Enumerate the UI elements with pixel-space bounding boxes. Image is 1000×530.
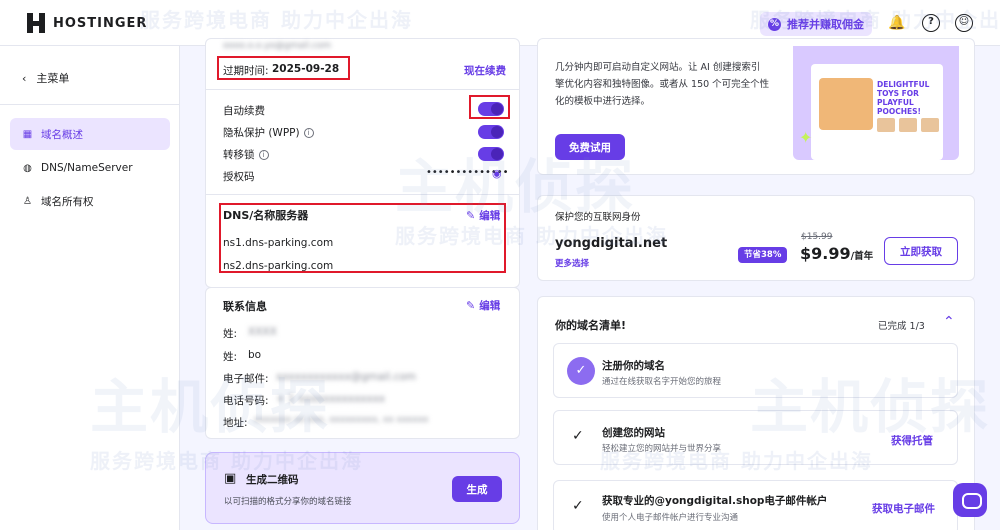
dog-photo [819, 78, 873, 130]
back-label: 主菜单 [36, 72, 70, 85]
check-icon: ✓ [572, 498, 584, 514]
qr-code-icon: ▣ [224, 471, 237, 486]
bell-icon[interactable]: 🔔 [888, 14, 906, 32]
phone-value: + 1 xxxxxxxxxxxxxx [276, 393, 386, 405]
auto-renew-label: 自动续费 [223, 105, 265, 117]
transfer-lock-label: 转移锁 i [223, 147, 269, 162]
more-options-link[interactable]: 更多选择 [555, 257, 589, 269]
get-email-link[interactable]: 获取电子邮件 [872, 501, 935, 516]
contact-info-card: 联系信息 ✎ 编辑 姓: XXXX 姓: bo 电子邮件: xxxxxxxxxxx… [205, 287, 520, 439]
checklist-item[interactable]: ✓ 创建您的网站 轻松建立您的网站并与世界分享 获得托管 [553, 410, 958, 465]
domain-offer-card: 保护您的互联网身份 yongdigital.net 更多选择 $15.99 立即… [537, 195, 975, 281]
last-name-value: XXXX [248, 326, 277, 338]
person-icon: ♙ [23, 195, 32, 207]
globe-icon: ◍ [23, 162, 32, 174]
contact-edit-link[interactable]: ✎ 编辑 [466, 298, 500, 313]
first-name-label: 姓: [223, 351, 238, 363]
thumbnail [877, 118, 895, 132]
sparkle-icon: ✦ [799, 128, 813, 147]
auth-code-label: 授权码 [223, 171, 255, 183]
phone-label: 电话号码: [223, 395, 269, 407]
promo-text-line-3: 化的模板中进行选择。 [555, 96, 651, 107]
promo-image-preview: DELIGHTFUL TOYS FOR PLAYFUL POOCHES! [811, 64, 943, 160]
chevron-up-icon[interactable]: ⌃ [943, 314, 955, 330]
back-to-main-menu[interactable]: ‹ 主菜单 [22, 70, 69, 86]
promo-image: DELIGHTFUL TOYS FOR PLAYFUL POOCHES! ✦ [793, 46, 959, 160]
auto-renew-highlight-box [469, 95, 510, 119]
task-title: 获取专业的@yongdigital.shop电子邮件帐户 [602, 495, 828, 507]
info-icon: i [258, 150, 269, 160]
promo-image-title: DELIGHTFUL TOYS FOR PLAYFUL POOCHES! [877, 80, 930, 116]
divider [206, 89, 519, 90]
last-name-label: 姓: [223, 328, 238, 340]
checklist-progress: 已完成 1/3 [878, 321, 925, 332]
expiry-highlight-box [217, 56, 350, 80]
eye-icon[interactable]: ◉ [492, 167, 502, 180]
privacy-toggle[interactable] [478, 125, 504, 139]
renew-now-link[interactable]: 现在续费 [464, 63, 506, 78]
promo-text-line-2: 擎优化内容和独特图像。或者从 150 个可完全个性 [555, 79, 770, 90]
save-badge: 节省38% [738, 247, 788, 263]
qr-title: 生成二维码 [246, 474, 299, 486]
identity-heading: 保护您的互联网身份 [555, 212, 641, 223]
promo-text-line-1: 几分钟内即可启动自定义网站。让 AI 创建搜索引 [555, 62, 761, 73]
checklist-item[interactable]: ✓ 注册你的域名 通过在线获取名字开始您的旅程 [553, 343, 958, 398]
old-price: $15.99 [801, 232, 833, 242]
checklist-title: 你的域名清单! [555, 319, 627, 332]
qr-code-card: ▣ 生成二维码 以可扫描的格式分享你的域名链接 生成 [205, 452, 520, 524]
grid-icon: ▦ [22, 128, 33, 140]
divider [206, 194, 519, 195]
thumbnail [899, 118, 917, 132]
chevron-left-icon: ‹ [22, 71, 27, 85]
sidebar-item-label: DNS/NameServer [41, 162, 133, 174]
address-value: xxxxxxx xx xxx, xxxxxxxxx, xx xxxxxx [254, 415, 429, 425]
email-label: 电子邮件: [223, 373, 269, 385]
info-icon: i [303, 128, 314, 138]
task-subtitle: 轻松建立您的网站并与世界分享 [602, 444, 722, 454]
get-now-button[interactable]: 立即获取 [884, 237, 958, 265]
transfer-lock-toggle[interactable] [478, 147, 504, 161]
checklist-item[interactable]: ✓ 获取专业的@yongdigital.shop电子邮件帐户 使用个人电子邮件帐… [553, 480, 958, 530]
hostinger-logo[interactable]: HOSTINGER [27, 13, 147, 33]
sidebar-divider [0, 104, 180, 105]
address-label: 地址: [223, 417, 248, 429]
owner-email: oooo.o.o.yo@gmail.com [223, 41, 332, 51]
contact-title: 联系信息 [223, 300, 267, 313]
dns-highlight-box [219, 203, 506, 273]
email-value: xxxxxxxxxxxx@gmail.com [276, 371, 416, 383]
offer-price: $9.99/首年 [800, 244, 874, 263]
sidebar-item-ownership[interactable]: ♙ 域名所有权 [10, 185, 170, 217]
generate-qr-button[interactable]: 生成 [452, 476, 502, 502]
task-title: 注册你的域名 [602, 360, 665, 372]
pencil-icon: ✎ [466, 299, 476, 312]
get-hosting-link[interactable]: 获得托管 [891, 433, 933, 448]
sidebar-item-domain-overview[interactable]: ▦ 域名概述 [10, 118, 170, 150]
user-icon[interactable]: ☺ [955, 14, 973, 32]
sidebar-item-label: 域名概述 [41, 128, 83, 141]
task-subtitle: 使用个人电子邮件帐户进行专业沟通 [602, 513, 739, 523]
free-trial-button[interactable]: 免费试用 [555, 134, 625, 160]
sidebar: ‹ 主菜单 ▦ 域名概述 ◍ DNS/NameServer ♙ 域名所有权 [0, 46, 180, 530]
check-done-icon: ✓ [567, 357, 595, 385]
thumbnail [921, 118, 939, 132]
task-subtitle: 通过在线获取名字开始您的旅程 [602, 377, 722, 387]
sidebar-item-dns[interactable]: ◍ DNS/NameServer [10, 152, 170, 184]
question-icon[interactable]: ? [922, 14, 940, 32]
brand-name: HOSTINGER [53, 15, 148, 31]
qr-subtitle: 以可扫描的格式分享你的域名链接 [224, 497, 352, 507]
chat-support-button[interactable] [953, 483, 987, 517]
first-name-value: bo [248, 349, 262, 361]
refer-label: 推荐并赚取佣金 [787, 18, 864, 31]
check-icon: ✓ [572, 428, 584, 444]
offer-domain: yongdigital.net [555, 236, 668, 251]
privacy-label: 隐私保护 (WPP) i [223, 125, 314, 140]
percent-badge-icon: % [768, 17, 781, 31]
refer-and-earn-button[interactable]: % 推荐并赚取佣金 [760, 12, 872, 36]
hostinger-logo-icon [27, 13, 45, 33]
task-title: 创建您的网站 [602, 427, 665, 439]
sidebar-item-label: 域名所有权 [41, 195, 94, 208]
